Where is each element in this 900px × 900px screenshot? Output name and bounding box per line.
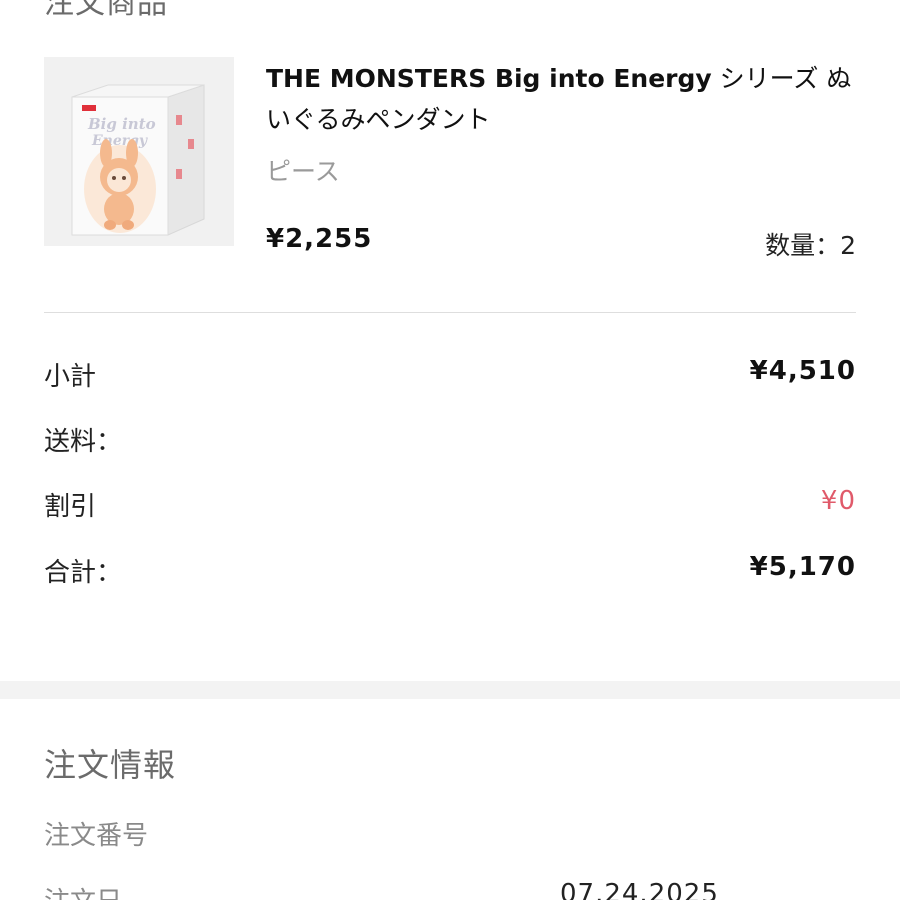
order-info-heading: 注文情報 (44, 746, 177, 784)
total-row: 合計： ¥5,170 (44, 552, 856, 592)
product-variant: ピース (266, 157, 340, 186)
quantity-label: 数量： (765, 231, 841, 260)
quantity-value: 2 (840, 231, 856, 260)
order-date-value: 07.24.2025 (560, 879, 719, 900)
order-items-heading: 注文商品 (44, 0, 168, 21)
svg-text:Big into: Big into (87, 115, 156, 133)
total-value: ¥5,170 (749, 552, 856, 582)
product-title[interactable]: THE MONSTERS Big into Energy シリーズ ぬいぐるみペ… (266, 58, 856, 140)
subtotal-row: 小計 ¥4,510 (44, 356, 856, 396)
order-date-label: 注文日 (44, 881, 122, 900)
order-number-label: 注文番号 (44, 821, 149, 851)
product-unit-price: ¥2,255 (266, 224, 373, 254)
section-separator (0, 681, 900, 699)
discount-value: ¥0 (820, 486, 856, 516)
product-image[interactable]: Big into Energy (44, 57, 234, 246)
discount-row: 割引 ¥0 (44, 486, 856, 526)
box-brand-tag (82, 105, 96, 111)
total-label: 合計： (44, 558, 123, 588)
subtotal-label: 小計 (44, 362, 97, 392)
product-box-illustration: Big into Energy (44, 57, 234, 246)
product-title-brand: THE MONSTERS Big into Energy (266, 64, 712, 93)
subtotal-value: ¥4,510 (749, 356, 856, 386)
order-detail-page: 注文商品 Big into Energy THE MONSTERS Big in… (0, 0, 900, 900)
product-quantity: 数量：2 (765, 226, 856, 262)
shipping-row: 送料： (44, 421, 856, 461)
discount-label: 割引 (44, 492, 97, 522)
shipping-label: 送料： (44, 427, 123, 457)
divider (44, 312, 856, 313)
